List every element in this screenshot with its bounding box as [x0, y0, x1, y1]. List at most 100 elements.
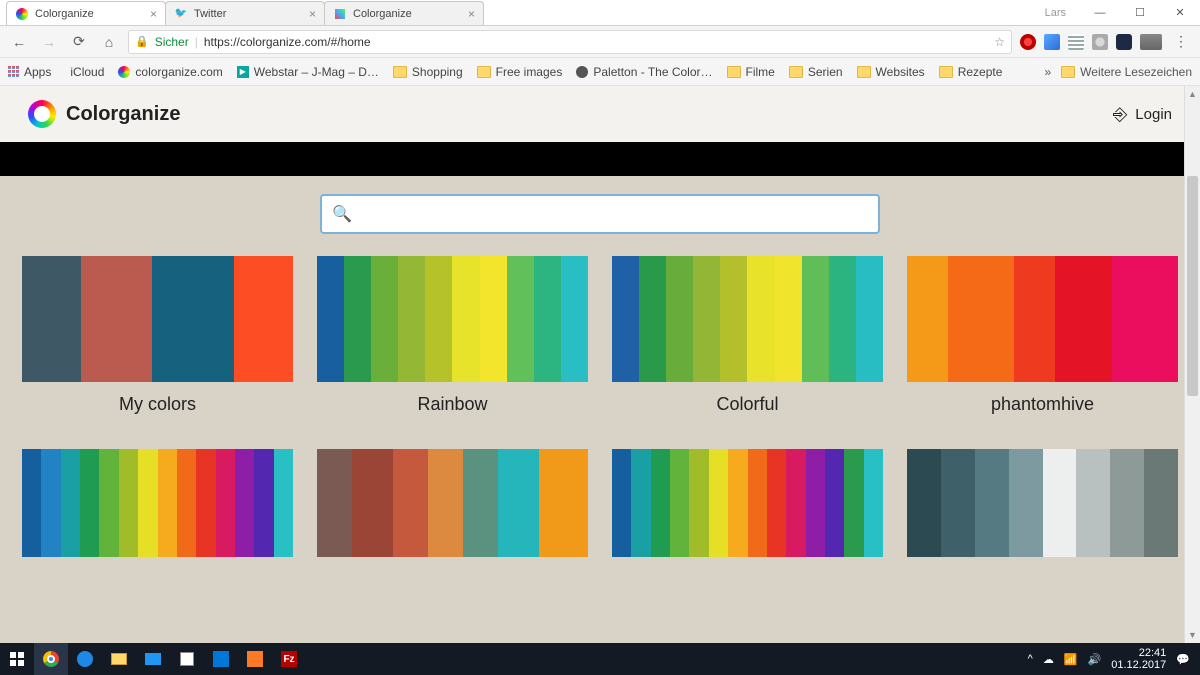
bookmark-item[interactable]: Filme	[727, 65, 775, 79]
color-chip	[152, 256, 234, 382]
extension-icon[interactable]	[1140, 34, 1162, 50]
color-chip	[767, 449, 786, 557]
bookmark-star-icon[interactable]: ☆	[994, 35, 1005, 49]
maximize-button[interactable]: ☐	[1126, 6, 1154, 19]
home-button[interactable]: ⌂	[98, 31, 120, 53]
palette-card[interactable]	[907, 449, 1178, 557]
color-chip	[274, 449, 293, 557]
palette-card[interactable]: My colors	[22, 256, 293, 415]
scrollbar-thumb[interactable]	[1187, 176, 1198, 396]
bookmark-item[interactable]: Shopping	[393, 65, 463, 79]
reload-button[interactable]: ⟳	[68, 31, 90, 53]
profile-name[interactable]: Lars	[1045, 7, 1066, 19]
color-chip	[612, 449, 631, 557]
color-chip	[22, 256, 81, 382]
tray-volume-icon[interactable]: 🔊	[1088, 653, 1102, 666]
bookmark-item[interactable]: Rezepte	[939, 65, 1003, 79]
bookmark-item[interactable]: iCloud	[65, 65, 104, 79]
bookmark-item[interactable]: Apps	[8, 65, 51, 79]
extension-icon[interactable]	[1068, 34, 1084, 50]
bookmark-item[interactable]: Paletton - The Color…	[576, 65, 712, 79]
taskbar-app-explorer[interactable]	[102, 643, 136, 675]
start-button[interactable]	[0, 643, 34, 675]
minimize-button[interactable]: —	[1086, 7, 1114, 19]
page-scrollbar[interactable]: ▲ ▼	[1184, 86, 1200, 643]
other-bookmarks[interactable]: Weitere Lesezeichen	[1061, 65, 1192, 79]
tab-label: Twitter	[194, 8, 226, 20]
taskbar-app-filezilla[interactable]: Fz	[272, 643, 306, 675]
bookmark-item[interactable]: Free images	[477, 65, 563, 79]
tab-close-icon[interactable]: ×	[468, 7, 475, 21]
address-bar[interactable]: 🔒 Sicher | https://colorganize.com/#/hom…	[128, 30, 1012, 54]
palette-swatch	[22, 256, 293, 382]
notifications-icon[interactable]: 💬	[1176, 653, 1190, 666]
extension-icon[interactable]	[1092, 34, 1108, 50]
color-chip	[631, 449, 650, 557]
taskbar-app-store[interactable]	[170, 643, 204, 675]
tab-close-icon[interactable]: ×	[150, 7, 157, 21]
menu-button[interactable]: ⋮	[1170, 31, 1192, 53]
color-chip	[907, 256, 948, 382]
url-text: https://colorganize.com/#/home	[204, 35, 371, 49]
bookmark-item[interactable]: colorganize.com	[118, 65, 222, 79]
color-chip	[829, 256, 856, 382]
color-chip	[393, 449, 428, 557]
brand-logo-icon	[28, 100, 56, 128]
extension-icon[interactable]	[1020, 34, 1036, 50]
apps-icon	[8, 66, 19, 77]
color-chip	[1043, 449, 1077, 557]
color-chip	[398, 256, 425, 382]
back-button[interactable]: ←	[8, 31, 30, 53]
forward-button[interactable]: →	[38, 31, 60, 53]
browser-tab[interactable]: Colorganize ×	[6, 1, 166, 25]
extension-icon[interactable]	[1044, 34, 1060, 50]
palette-card[interactable]: Colorful	[612, 256, 883, 415]
bookmark-item[interactable]: Websites	[857, 65, 925, 79]
taskbar-app-xampp[interactable]	[238, 643, 272, 675]
search-input[interactable]	[360, 196, 868, 232]
color-chip	[41, 449, 60, 557]
color-chip	[1112, 256, 1178, 382]
bookmark-item[interactable]: ▶Webstar – J-Mag – D…	[237, 65, 379, 79]
search-box[interactable]: 🔍	[320, 194, 880, 234]
color-chip	[234, 256, 293, 382]
login-link[interactable]: ⎆ Login	[1113, 104, 1172, 125]
extension-icon[interactable]	[1116, 34, 1132, 50]
color-chip	[639, 256, 666, 382]
hero-bar	[0, 142, 1200, 176]
color-chip	[1110, 449, 1144, 557]
palette-card[interactable]: phantomhive	[907, 256, 1178, 415]
palette-card[interactable]: Rainbow	[317, 256, 588, 415]
browser-tab[interactable]: 🐦Twitter×	[165, 1, 325, 25]
color-chip	[344, 256, 371, 382]
tray-chevron-icon[interactable]: ^	[1028, 653, 1033, 665]
bookmarks-overflow[interactable]: »	[1044, 65, 1051, 79]
tray-network-icon[interactable]: 📶	[1064, 653, 1078, 666]
tab-label: Colorganize	[35, 8, 94, 20]
taskbar-app-vscode[interactable]	[204, 643, 238, 675]
taskbar-app-mail[interactable]	[136, 643, 170, 675]
palette-card[interactable]	[22, 449, 293, 557]
tray-onedrive-icon[interactable]: ☁	[1043, 653, 1054, 666]
taskbar-app-edge[interactable]	[68, 643, 102, 675]
color-chip	[786, 449, 805, 557]
palette-swatch	[612, 449, 883, 557]
taskbar-clock[interactable]: 22:41 01.12.2017	[1111, 647, 1166, 671]
palette-swatch	[317, 256, 588, 382]
app-header: Colorganize ⎆ Login	[0, 86, 1200, 142]
color-chip	[941, 449, 975, 557]
brand[interactable]: Colorganize	[28, 100, 180, 128]
colorganize-icon	[118, 66, 130, 78]
tab-close-icon[interactable]: ×	[309, 7, 316, 21]
palette-card[interactable]	[612, 449, 883, 557]
bookmark-item[interactable]: Serien	[789, 65, 843, 79]
taskbar-app-chrome[interactable]	[34, 643, 68, 675]
palette-card[interactable]	[317, 449, 588, 557]
close-button[interactable]: ✕	[1166, 6, 1194, 19]
lock-icon: 🔒	[135, 35, 149, 48]
color-chip	[177, 449, 196, 557]
browser-tab[interactable]: Colorganize×	[324, 1, 484, 25]
color-chip	[1014, 256, 1055, 382]
color-chip	[1009, 449, 1043, 557]
secure-label: Sicher	[155, 35, 189, 49]
